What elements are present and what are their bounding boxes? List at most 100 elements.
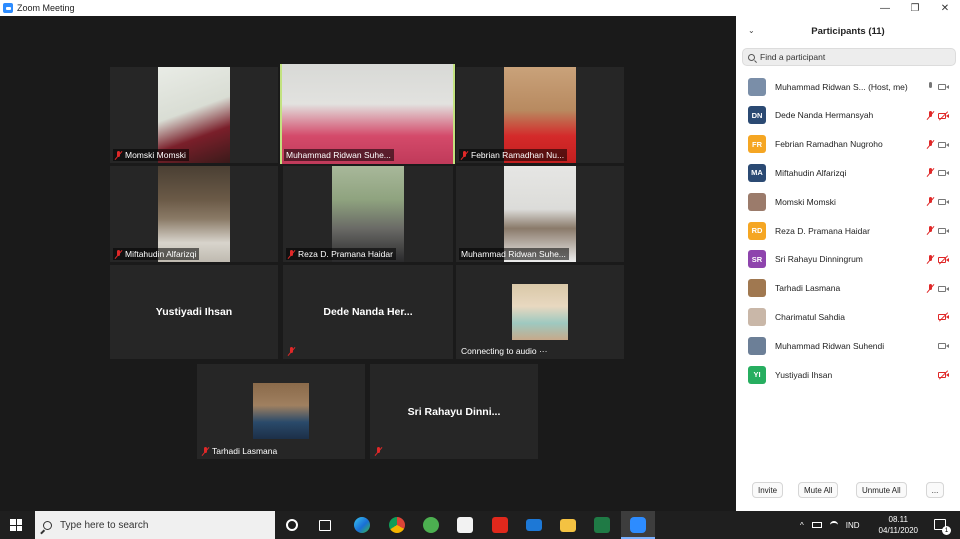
network-icon[interactable] bbox=[829, 521, 838, 529]
video-camera-icon[interactable] bbox=[938, 342, 950, 350]
edge-browser-icon[interactable] bbox=[354, 517, 370, 533]
video-camera-icon[interactable] bbox=[938, 198, 950, 206]
show-hidden-icons-icon[interactable]: ^ bbox=[800, 521, 804, 530]
search-icon bbox=[748, 53, 755, 61]
search-icon bbox=[43, 520, 52, 530]
video-tile-ridwan-2[interactable]: Muhammad Ridwan Suhe... bbox=[456, 166, 624, 262]
participant-row[interactable]: Muhammad Ridwan S... (Host, me) bbox=[736, 72, 960, 101]
participant-row[interactable]: FR Febrian Ramadhan Nugroho bbox=[736, 130, 960, 159]
zoom-taskbar-icon[interactable] bbox=[621, 511, 655, 539]
muted-mic-icon[interactable] bbox=[927, 197, 934, 206]
participant-row[interactable]: YI Yustiyadi Ihsan bbox=[736, 360, 960, 389]
windows-start-icon[interactable] bbox=[10, 519, 22, 531]
participant-avatar bbox=[748, 307, 766, 326]
video-tile-tarhadi[interactable]: Tarhadi Lasmana bbox=[197, 364, 365, 459]
acrobat-icon[interactable] bbox=[492, 517, 508, 533]
video-off-icon[interactable] bbox=[938, 371, 950, 379]
participant-avatar bbox=[748, 192, 766, 211]
participant-row[interactable]: Muhammad Ridwan Suhendi bbox=[736, 331, 960, 360]
task-view-icon[interactable] bbox=[319, 520, 331, 531]
video-camera-icon[interactable] bbox=[938, 227, 950, 235]
video-tile-sri[interactable]: Sri Rahayu Dinni... bbox=[370, 364, 538, 459]
participant-name: Yustiyadi Ihsan bbox=[775, 369, 833, 380]
window-controls: — ❐ ✕ bbox=[870, 0, 960, 16]
participant-row[interactable]: MA Miftahudin Alfarizqi bbox=[736, 158, 960, 187]
participant-avatar bbox=[748, 279, 766, 298]
muted-mic-icon[interactable] bbox=[927, 110, 934, 120]
app-icon-green[interactable] bbox=[423, 517, 439, 533]
participant-avatar: FR bbox=[748, 135, 766, 154]
muted-mic-icon[interactable] bbox=[927, 226, 934, 235]
excel-icon[interactable] bbox=[594, 517, 610, 533]
participant-row[interactable]: SR Sri Rahayu Dinningrum bbox=[736, 245, 960, 274]
video-tile-febrian[interactable]: Febrian Ramadhan Nu... bbox=[456, 67, 624, 163]
video-tile-charimatul[interactable]: Connecting to audio ··· bbox=[456, 265, 624, 359]
muted-mic-icon[interactable] bbox=[927, 283, 934, 293]
muted-mic-icon bbox=[288, 347, 295, 356]
video-tile-yustiyadi[interactable]: Yustiyadi Ihsan bbox=[110, 265, 278, 359]
video-off-icon[interactable] bbox=[938, 313, 950, 321]
video-tile-momski[interactable]: Momski Momski bbox=[110, 67, 278, 163]
participants-header: ⌄ Participants (11) bbox=[736, 16, 960, 46]
minimize-button[interactable]: — bbox=[870, 0, 900, 16]
more-options-button[interactable]: ... bbox=[926, 482, 944, 498]
muted-mic-icon bbox=[288, 249, 295, 259]
participant-row[interactable]: Tarhadi Lasmana bbox=[736, 274, 960, 303]
taskbar-clock[interactable]: 08.11 04/11/2020 bbox=[879, 514, 918, 536]
participants-title: Participants (11) bbox=[811, 25, 885, 37]
muted-mic-icon bbox=[461, 150, 468, 160]
video-tile-reza[interactable]: Reza D. Pramana Haidar bbox=[283, 166, 453, 262]
mail-icon[interactable] bbox=[526, 519, 542, 531]
muted-mic-icon[interactable] bbox=[927, 168, 934, 177]
tile-name-label: Muhammad Ridwan Suhe... bbox=[459, 248, 569, 260]
store-icon[interactable] bbox=[457, 517, 473, 533]
notification-count: 1 bbox=[942, 526, 951, 535]
participant-avatar: SR bbox=[748, 250, 766, 269]
tile-name-label: Muhammad Ridwan Suhe... bbox=[284, 149, 394, 161]
video-camera-icon[interactable] bbox=[938, 169, 950, 177]
collapse-chevron-icon[interactable]: ⌄ bbox=[748, 26, 755, 35]
muted-mic-icon[interactable] bbox=[927, 139, 934, 149]
battery-icon[interactable] bbox=[811, 522, 822, 528]
find-participant-input[interactable]: Find a participant bbox=[742, 48, 956, 66]
restore-button[interactable]: ❐ bbox=[900, 0, 930, 16]
unmute-all-button[interactable]: Unmute All bbox=[856, 482, 907, 498]
language-indicator[interactable]: IND bbox=[846, 521, 860, 530]
participant-avatar bbox=[748, 77, 766, 96]
video-tile-miftahudin[interactable]: Miftahudin Alfarizqi bbox=[110, 166, 278, 262]
participant-avatar: YI bbox=[748, 365, 766, 384]
cortana-icon[interactable] bbox=[286, 519, 298, 531]
video-camera-icon[interactable] bbox=[938, 83, 950, 91]
participants-footer: Invite Mute All Unmute All ... bbox=[736, 482, 960, 500]
window-title: Zoom Meeting bbox=[17, 3, 75, 13]
participant-avatar: MA bbox=[748, 163, 766, 182]
muted-mic-icon[interactable] bbox=[927, 254, 934, 264]
audio-connecting-status: Connecting to audio ··· bbox=[461, 346, 548, 356]
mic-icon[interactable] bbox=[927, 82, 934, 91]
video-off-icon[interactable] bbox=[938, 112, 950, 120]
tile-name-label: Febrian Ramadhan Nu... bbox=[459, 149, 568, 161]
chrome-icon[interactable] bbox=[389, 517, 405, 533]
participant-profile-picture bbox=[253, 383, 309, 439]
zoom-logo-icon bbox=[3, 3, 13, 13]
video-tile-dede[interactable]: Dede Nanda Her... bbox=[283, 265, 453, 359]
video-camera-icon[interactable] bbox=[938, 285, 950, 293]
participant-name: Charimatul Sahdia bbox=[775, 311, 845, 322]
participant-row[interactable]: Charimatul Sahdia bbox=[736, 302, 960, 331]
participant-row[interactable]: DN Dede Nanda Hermansyah bbox=[736, 101, 960, 130]
mute-all-button[interactable]: Mute All bbox=[798, 482, 839, 498]
taskbar-search-box[interactable]: Type here to search bbox=[35, 511, 275, 539]
file-explorer-icon[interactable] bbox=[560, 519, 576, 532]
title-bar: Zoom Meeting — ❐ ✕ bbox=[0, 0, 960, 16]
close-button[interactable]: ✕ bbox=[930, 0, 960, 16]
notification-center-icon[interactable]: 1 bbox=[934, 519, 951, 535]
video-off-icon[interactable] bbox=[938, 256, 950, 264]
participant-row[interactable]: RD Reza D. Pramana Haidar bbox=[736, 216, 960, 245]
video-camera-icon[interactable] bbox=[938, 141, 950, 149]
taskbar-search-placeholder: Type here to search bbox=[60, 519, 149, 531]
participant-name-placeholder: Dede Nanda Her... bbox=[323, 306, 413, 318]
invite-button[interactable]: Invite bbox=[752, 482, 784, 498]
video-tile-ridwan-active-speaker[interactable]: Muhammad Ridwan Suhe... bbox=[280, 64, 455, 164]
participant-avatar: RD bbox=[748, 221, 766, 240]
participant-row[interactable]: Momski Momski bbox=[736, 187, 960, 216]
